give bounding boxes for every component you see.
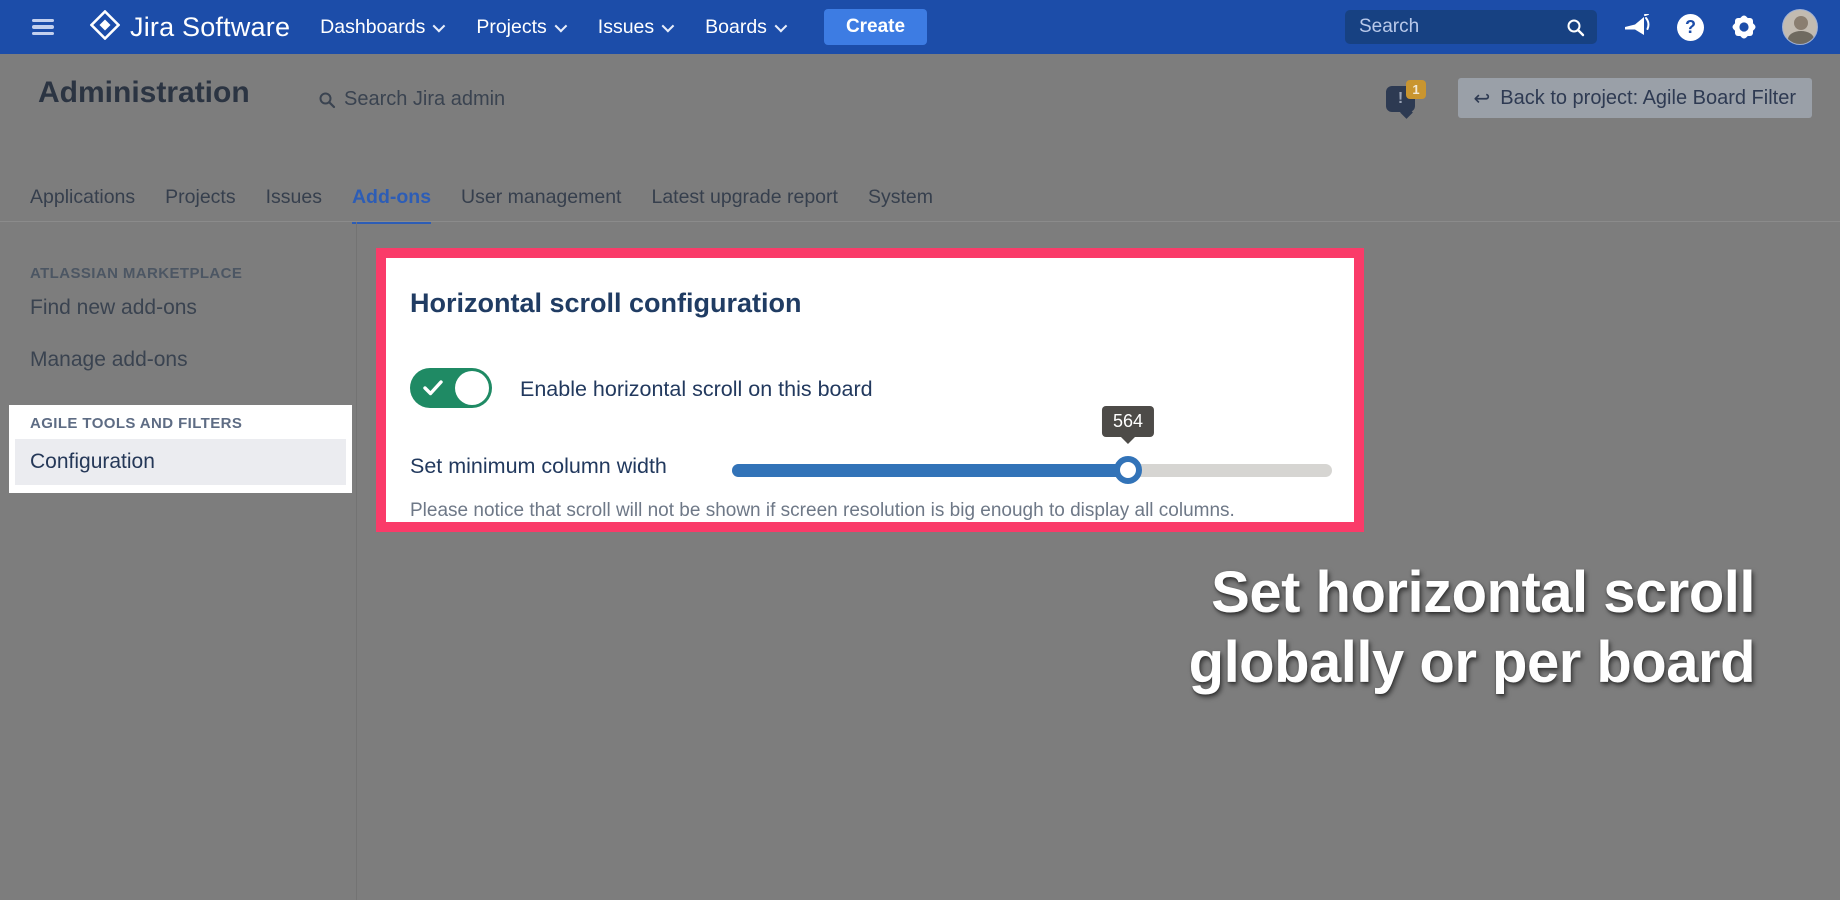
search-icon [318,91,336,109]
tab-system[interactable]: System [868,186,933,224]
enable-horizontal-scroll-toggle[interactable] [410,368,492,408]
navbar-right: ? [1345,9,1818,45]
nav-menu-dashboards[interactable]: Dashboards [320,16,442,39]
check-icon [423,379,443,397]
page-title: Administration [38,76,250,110]
jira-brand[interactable]: Jira Software [90,10,290,45]
caption-line-1: Set horizontal scroll [1189,558,1755,628]
slider-knob[interactable] [1114,456,1142,484]
nav-menus: Dashboards Projects Issues Boards [320,16,784,39]
panel-title: Horizontal scroll configuration [410,288,802,319]
jira-logo-icon [90,10,120,45]
sidebar-item-manage-add-ons[interactable]: Manage add-ons [30,348,188,372]
chevron-down-icon [662,19,675,32]
admin-tabs: Applications Projects Issues Add-ons Use… [30,186,933,224]
jira-admin-screen: Jira Software Dashboards Projects Issues… [0,0,1840,900]
chevron-down-icon [774,19,787,32]
tab-user-management[interactable]: User management [461,186,621,224]
avatar[interactable] [1782,9,1818,45]
brand-title: Jira Software [130,12,290,43]
tab-applications[interactable]: Applications [30,186,135,224]
sidebar-item-find-new-add-ons[interactable]: Find new add-ons [30,296,197,320]
nav-menu-issues[interactable]: Issues [598,16,671,39]
notification-icon[interactable]: ! 1 [1386,80,1430,120]
back-to-project-button[interactable]: ↩ Back to project: Agile Board Filter [1458,78,1812,118]
chevron-down-icon [554,19,567,32]
tab-latest-upgrade-report[interactable]: Latest upgrade report [651,186,837,224]
sidebar-spotlight-box: AGILE TOOLS AND FILTERS Configuration [9,405,352,493]
slider-fill [732,464,1128,477]
gear-icon[interactable] [1730,13,1758,41]
search-input[interactable] [1345,10,1597,44]
back-arrow-icon: ↩ [1474,86,1491,110]
tabs-divider [0,221,1840,222]
sidebar-item-configuration[interactable]: Configuration [15,439,346,485]
toggle-knob [455,371,489,405]
admin-search[interactable]: Search Jira admin [318,88,505,111]
toggle-label: Enable horizontal scroll on this board [520,377,873,402]
slider-track[interactable] [732,464,1332,477]
nav-menu-projects[interactable]: Projects [476,16,563,39]
slider-value-tooltip: 564 [1102,406,1154,437]
top-navbar: Jira Software Dashboards Projects Issues… [0,0,1840,54]
slider-label: Set minimum column width [410,454,667,479]
sidebar-divider [356,222,357,900]
hamburger-icon[interactable] [32,19,54,35]
tab-issues[interactable]: Issues [266,186,322,224]
search-icon [1566,18,1585,37]
annotation-caption: Set horizontal scroll globally or per bo… [1189,558,1755,698]
announcement-icon[interactable] [1623,14,1651,40]
tab-projects[interactable]: Projects [165,186,235,224]
create-button[interactable]: Create [824,9,927,45]
chevron-down-icon [433,19,446,32]
horizontal-scroll-config-panel: Horizontal scroll configuration Enable h… [376,248,1364,532]
caption-line-2: globally or per board [1189,628,1755,698]
panel-notice: Please notice that scroll will not be sh… [410,500,1235,522]
sidebar-header-marketplace: ATLASSIAN MARKETPLACE [30,265,242,282]
tab-add-ons[interactable]: Add-ons [352,186,431,224]
notification-badge: 1 [1406,80,1426,99]
sidebar-header-agile-tools: AGILE TOOLS AND FILTERS [30,415,242,432]
nav-menu-boards[interactable]: Boards [705,16,784,39]
min-column-width-slider[interactable]: 564 [732,406,1332,486]
help-icon[interactable]: ? [1677,14,1704,41]
